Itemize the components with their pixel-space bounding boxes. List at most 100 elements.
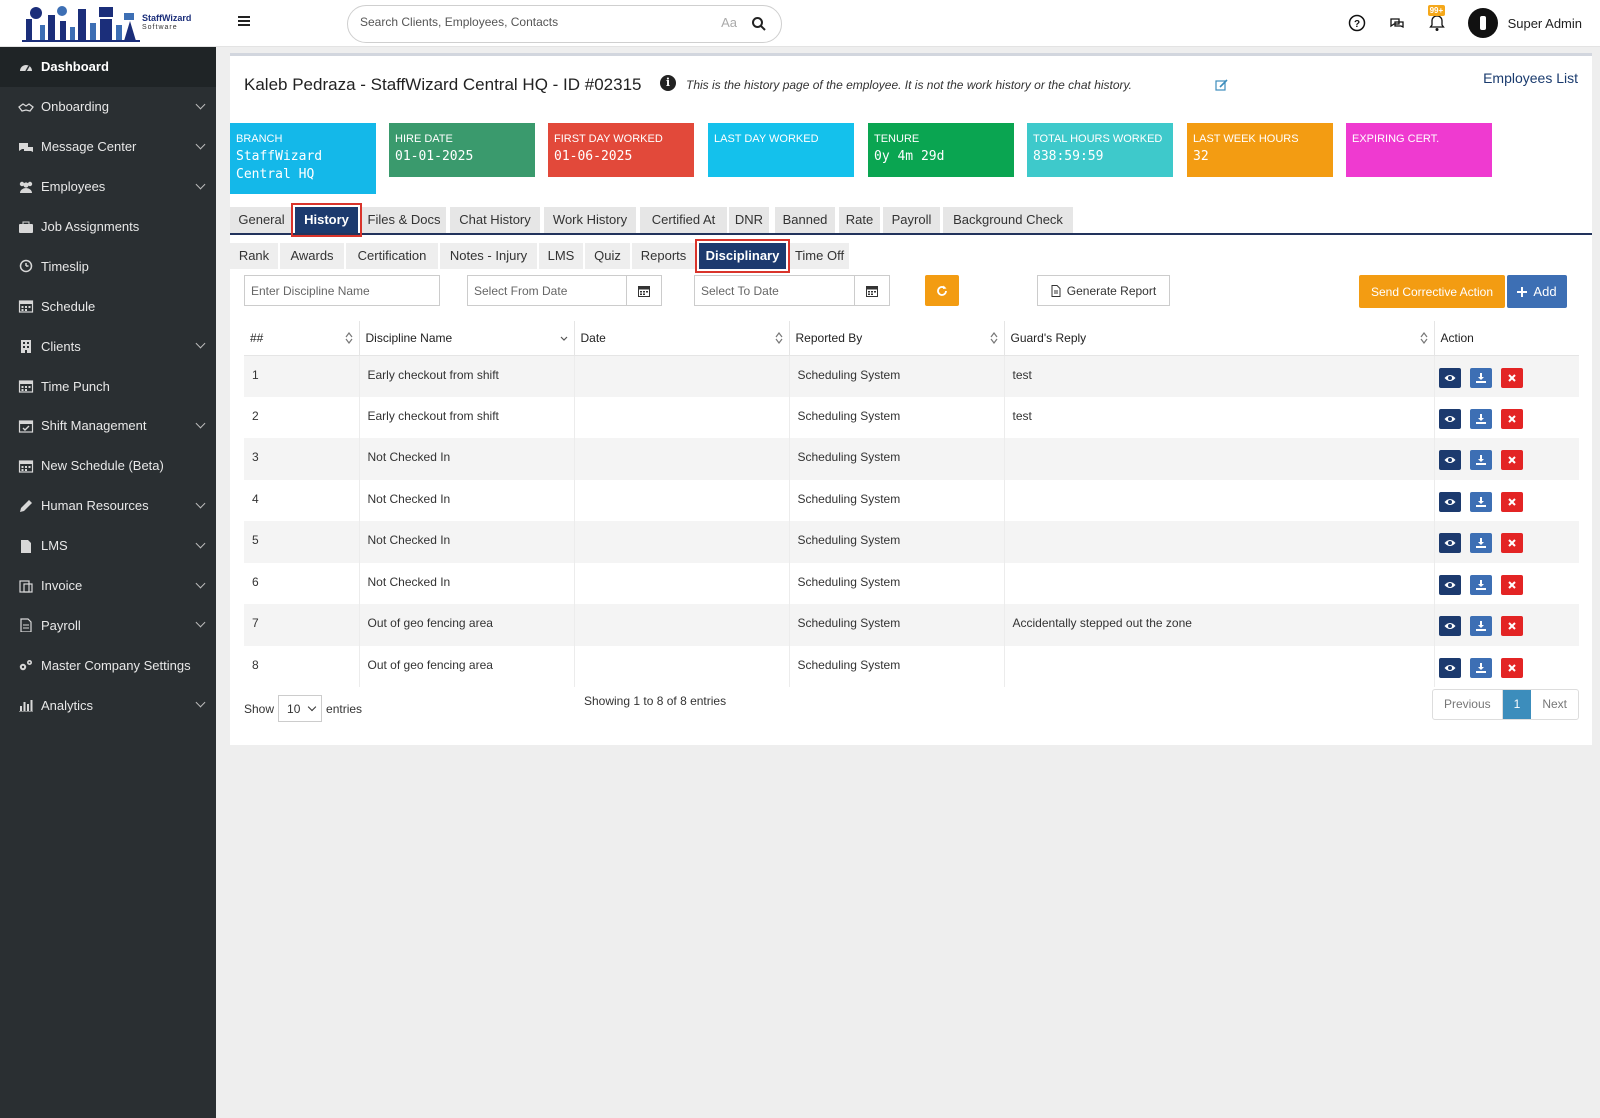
download-button[interactable]: [1469, 533, 1492, 553]
column-header-discipline-name[interactable]: Discipline Name: [359, 321, 575, 356]
notification-badge: 99+: [1427, 5, 1446, 16]
delete-button[interactable]: [1501, 408, 1524, 429]
sidebar-item-clients[interactable]: Clients: [0, 326, 216, 366]
sidebar-item-shift-management[interactable]: Shift Management: [0, 406, 216, 446]
view-button[interactable]: [1438, 408, 1461, 429]
sidebar-item-invoice[interactable]: Invoice: [0, 566, 216, 606]
delete-button[interactable]: [1501, 491, 1524, 512]
sidebar-item-lms[interactable]: LMS: [0, 526, 216, 566]
edit-icon[interactable]: [1215, 78, 1229, 92]
previous-page-button[interactable]: Previous: [1433, 690, 1503, 719]
sidebar-item-analytics[interactable]: Analytics: [0, 685, 216, 725]
avatar[interactable]: [1467, 8, 1498, 38]
subtab-lms[interactable]: LMS: [539, 243, 583, 269]
sidebar-item-human-resources[interactable]: Human Resources: [0, 486, 216, 526]
download-button[interactable]: [1469, 491, 1492, 512]
column-header-number[interactable]: ##: [244, 321, 360, 356]
sidebar-item-schedule[interactable]: Schedule: [0, 286, 216, 326]
page-1-button[interactable]: 1: [1502, 690, 1532, 719]
tab-payroll[interactable]: Payroll: [883, 207, 940, 233]
download-button[interactable]: [1469, 408, 1492, 429]
notifications-button[interactable]: 99+: [1427, 5, 1446, 32]
subtab-disciplinary[interactable]: Disciplinary: [695, 239, 790, 273]
company-logo[interactable]: StaffWizard Software: [22, 3, 192, 43]
employees-list-link[interactable]: Employees List: [1483, 70, 1578, 86]
next-page-button[interactable]: Next: [1531, 690, 1578, 719]
font-size-toggle[interactable]: Aa: [721, 15, 737, 30]
subtab-rank[interactable]: Rank: [230, 243, 278, 269]
sidebar-item-dashboard[interactable]: Dashboard: [0, 47, 216, 87]
send-corrective-action-button[interactable]: Send Corrective Action: [1359, 275, 1505, 308]
tab-work-history[interactable]: Work History: [544, 207, 636, 233]
view-button[interactable]: [1438, 616, 1461, 636]
tab-certified-at[interactable]: Certified At: [640, 207, 727, 233]
subtab-awards[interactable]: Awards: [280, 243, 344, 269]
delete-button[interactable]: [1501, 367, 1524, 388]
sidebar-item-payroll[interactable]: Payroll: [0, 605, 216, 645]
sidebar-item-timeslip[interactable]: Timeslip: [0, 246, 216, 286]
sort-desc-icon[interactable]: [560, 332, 568, 344]
tab-files-docs[interactable]: Files & Docs: [362, 207, 446, 233]
tab-chat-history[interactable]: Chat History: [450, 207, 540, 233]
search-icon[interactable]: [751, 16, 767, 32]
refresh-button[interactable]: [925, 275, 959, 306]
subtab-notes-injury[interactable]: Notes - Injury: [440, 243, 537, 269]
delete-button[interactable]: [1501, 533, 1524, 553]
sort-icon[interactable]: [345, 332, 353, 344]
from-date-input[interactable]: [467, 275, 627, 306]
download-button[interactable]: [1469, 616, 1492, 636]
delete-button[interactable]: [1501, 450, 1524, 470]
view-button[interactable]: [1438, 533, 1461, 553]
column-header-reported-by[interactable]: Reported By: [789, 321, 1005, 356]
to-date-input[interactable]: [694, 275, 855, 306]
search-input[interactable]: [360, 15, 700, 29]
download-button[interactable]: [1469, 574, 1492, 595]
sidebar-item-employees[interactable]: Employees: [0, 167, 216, 207]
sidebar-item-time-punch[interactable]: Time Punch: [0, 366, 216, 406]
download-button[interactable]: [1469, 367, 1492, 388]
column-header-guard-s-reply[interactable]: Guard's Reply: [1004, 321, 1435, 356]
menu-toggle-button[interactable]: [238, 14, 250, 32]
help-icon[interactable]: ?: [1348, 14, 1366, 32]
view-button[interactable]: [1438, 574, 1461, 595]
sidebar-item-onboarding[interactable]: Onboarding: [0, 87, 216, 127]
view-button[interactable]: [1438, 450, 1461, 470]
column-header-label: Discipline Name: [365, 330, 453, 345]
download-button[interactable]: [1469, 450, 1492, 470]
download-button[interactable]: [1469, 657, 1492, 678]
sidebar-item-master-company-settings[interactable]: Master Company Settings: [0, 645, 216, 685]
tab-background-check[interactable]: Background Check: [943, 207, 1073, 233]
sidebar-item-job-assignments[interactable]: Job Assignments: [0, 207, 216, 247]
subtab-quiz[interactable]: Quiz: [585, 243, 630, 269]
to-date-picker-button[interactable]: [854, 275, 890, 306]
view-button[interactable]: [1438, 491, 1461, 512]
sort-icon[interactable]: [775, 332, 783, 344]
page-size-select[interactable]: 10: [278, 695, 323, 722]
tab-banned[interactable]: Banned: [775, 207, 835, 233]
delete-button[interactable]: [1501, 574, 1524, 595]
generate-report-button[interactable]: Generate Report: [1037, 275, 1170, 306]
discipline-date: [574, 562, 790, 604]
tab-rate[interactable]: Rate: [839, 207, 880, 233]
add-button[interactable]: Add: [1507, 275, 1567, 308]
subtab-reports[interactable]: Reports: [632, 243, 695, 269]
subtab-certification[interactable]: Certification: [346, 243, 438, 269]
tab-dnr[interactable]: DNR: [729, 207, 769, 233]
tab-general[interactable]: General: [230, 207, 293, 233]
chat-icon[interactable]: [1388, 14, 1406, 32]
discipline-name-input[interactable]: [244, 275, 440, 306]
delete-button[interactable]: [1501, 616, 1524, 636]
from-date-picker-button[interactable]: [626, 275, 662, 306]
sidebar-item-message-center[interactable]: Message Center: [0, 127, 216, 167]
subtab-time-off[interactable]: Time Off: [790, 243, 849, 269]
view-button[interactable]: [1438, 367, 1461, 388]
user-name[interactable]: Super Admin: [1508, 16, 1582, 31]
sidebar-item-new-schedule-beta[interactable]: New Schedule (Beta): [0, 446, 216, 486]
column-header-date[interactable]: Date: [574, 321, 790, 356]
sort-icon[interactable]: [990, 332, 998, 344]
tab-history[interactable]: History: [291, 203, 362, 237]
discipline-name: Out of geo fencing area: [359, 604, 575, 646]
sort-icon[interactable]: [1420, 332, 1428, 344]
view-button[interactable]: [1438, 657, 1461, 678]
delete-button[interactable]: [1501, 657, 1524, 678]
